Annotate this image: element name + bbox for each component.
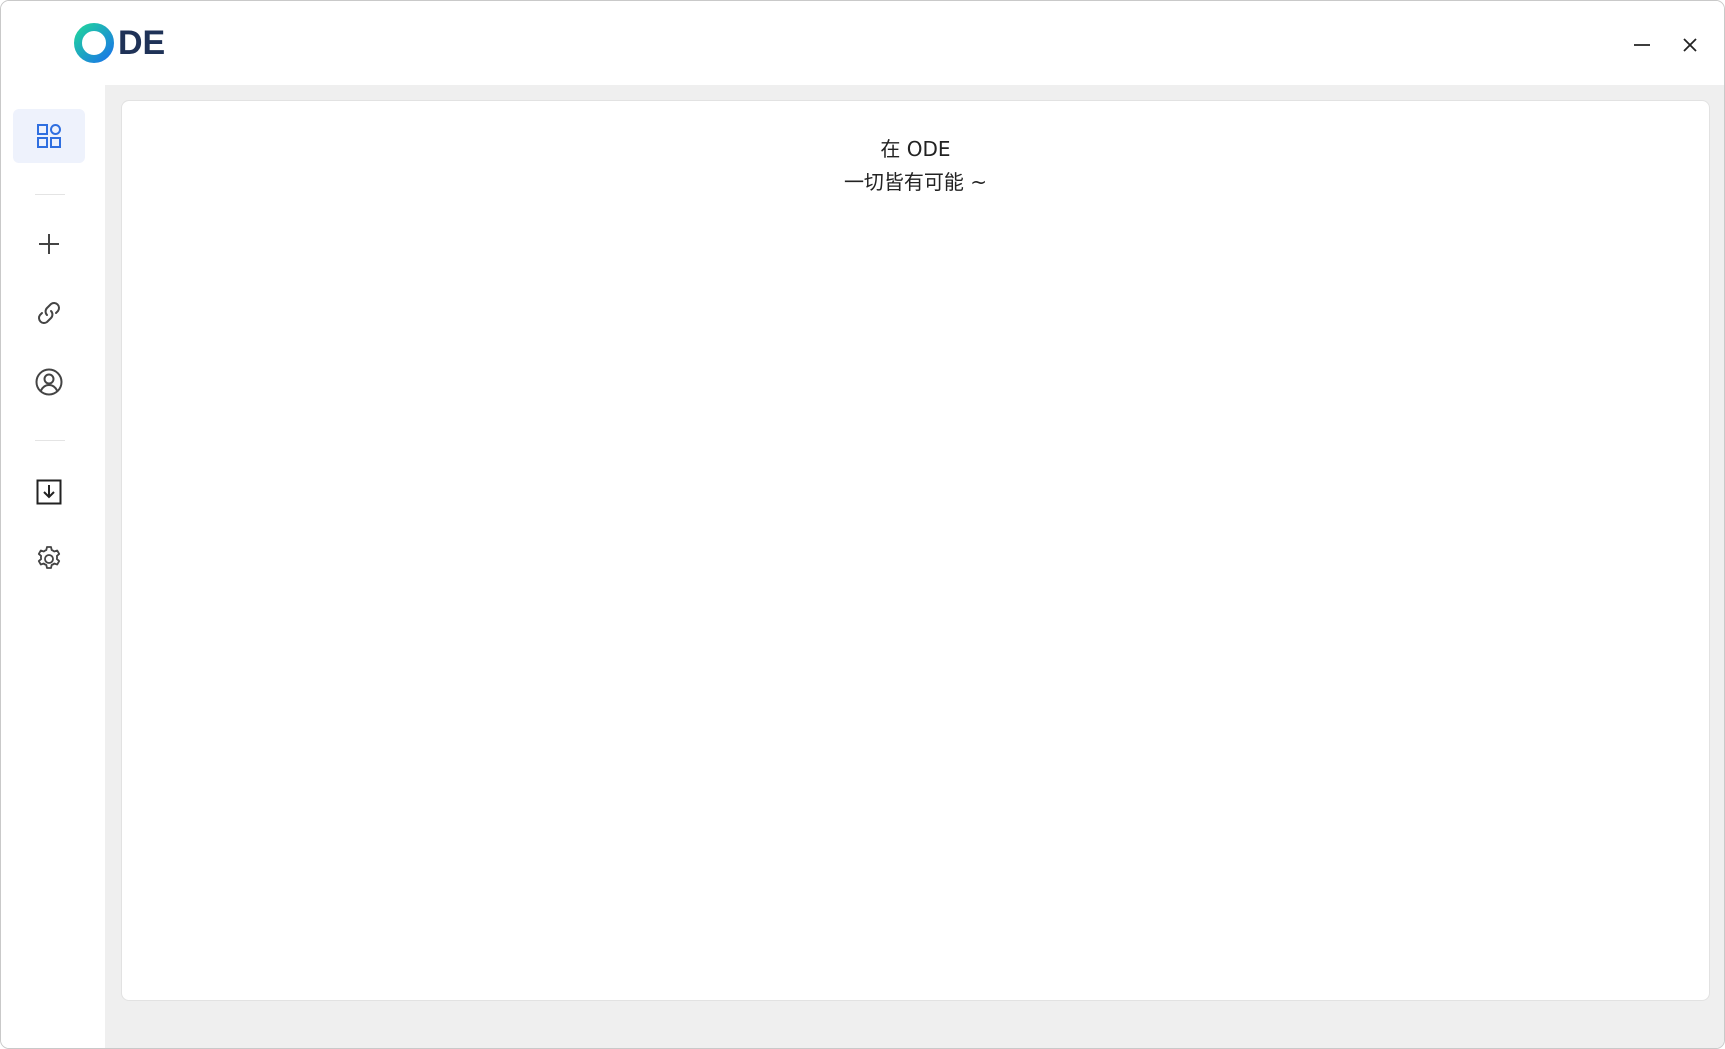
sidebar-divider [35,440,65,441]
sidebar-item-apps[interactable] [13,109,85,163]
plus-icon [39,234,59,254]
user-circle-icon [35,368,63,396]
sidebar-item-account[interactable] [13,355,85,409]
download-box-icon [36,479,62,505]
close-button[interactable] [1672,27,1708,63]
app-window: DE 在 ODE 一切皆有可能 ~ [0,0,1725,1049]
title-bar: DE [1,1,1724,85]
sidebar-divider [35,194,65,195]
logo-ring-icon [73,22,115,64]
link-icon [38,302,60,324]
sidebar-item-link[interactable] [13,286,85,340]
minimize-icon [1634,44,1650,46]
minimize-button[interactable] [1624,27,1660,63]
gear-icon [37,546,61,569]
close-icon [1683,38,1697,52]
welcome-message: 在 ODE 一切皆有可能 ~ [122,133,1709,199]
welcome-line-2: 一切皆有可能 ~ [843,170,988,194]
main-area: 在 ODE 一切皆有可能 ~ [105,85,1724,1048]
sidebar [1,85,105,1048]
app-logo: DE [73,21,165,65]
welcome-line-1: 在 ODE [880,137,951,161]
sidebar-item-add[interactable] [13,217,85,271]
grid-icon [37,124,61,148]
sidebar-item-download[interactable] [13,465,85,519]
logo-text: DE [118,24,166,62]
content-card: 在 ODE 一切皆有可能 ~ [121,100,1710,1001]
sidebar-item-settings[interactable] [13,532,85,586]
